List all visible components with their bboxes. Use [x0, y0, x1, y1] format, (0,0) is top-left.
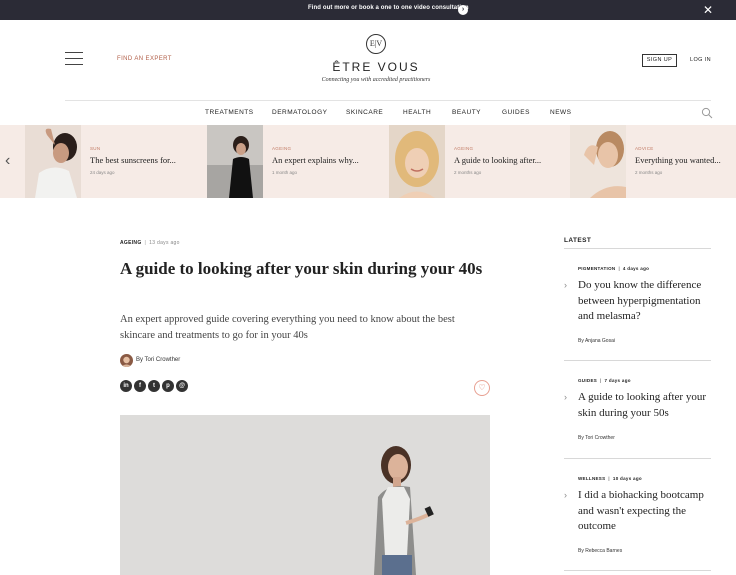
latest-divider — [564, 458, 711, 459]
promo-text[interactable]: Find out more or book a one to one video… — [308, 5, 469, 11]
meta-separator: | — [600, 378, 602, 383]
latest-item[interactable]: PIGMENTATION | 4 days ago › Do you know th… — [564, 266, 711, 348]
menu-icon[interactable] — [65, 52, 83, 66]
latest-item-author[interactable]: By Anjana Gosai — [578, 338, 615, 344]
sign-up-button[interactable]: SIGN UP — [642, 54, 677, 67]
meta-separator: | — [144, 240, 147, 246]
header-divider — [65, 100, 711, 101]
card-image[interactable] — [389, 125, 445, 198]
email-icon[interactable]: @ — [176, 380, 188, 392]
latest-item[interactable]: WELLNESS | 10 days ago › I did a biohackin… — [564, 476, 711, 560]
card-category: ADVICE — [635, 146, 654, 151]
latest-divider — [564, 360, 711, 361]
nav-item-beauty[interactable]: BEAUTY — [452, 109, 481, 116]
card-title[interactable]: A guide to looking after... — [454, 155, 541, 165]
featured-carousel: ‹ SUN The best sunscreens for... 24 days… — [0, 125, 736, 198]
pinterest-icon[interactable]: p — [162, 380, 174, 392]
logo-text[interactable]: ÊTRE VOUS — [330, 60, 422, 74]
nav-item-dermatology[interactable]: DERMATOLOGY — [272, 109, 327, 116]
card-date: 1 month ago — [272, 170, 298, 175]
card-date: 2 months ago — [454, 170, 482, 175]
latest-item-title[interactable]: A guide to looking after your skin durin… — [578, 390, 714, 421]
card-title[interactable]: The best sunscreens for... — [90, 155, 176, 165]
carousel-card[interactable]: ADVICE Everything you wanted... 2 months… — [570, 125, 736, 198]
card-image[interactable] — [25, 125, 81, 198]
card-title[interactable]: An expert explains why... — [272, 155, 359, 165]
latest-item-title[interactable]: Do you know the difference between hyper… — [578, 278, 714, 325]
meta-separator: | — [608, 476, 610, 481]
latest-item-meta: GUIDES | 7 days ago — [578, 378, 631, 383]
latest-item-author[interactable]: By Rebecca Barnes — [578, 548, 622, 554]
card-date: 2 months ago — [635, 170, 663, 175]
latest-item-meta: WELLNESS | 10 days ago — [578, 476, 642, 481]
latest-item-date: 7 days ago — [604, 378, 631, 383]
carousel-card[interactable]: AGEING An expert explains why... 1 month… — [207, 125, 382, 198]
meta-separator: | — [618, 266, 620, 271]
card-image[interactable] — [207, 125, 263, 198]
nav-item-guides[interactable]: GUIDES — [502, 109, 530, 116]
nav-item-health[interactable]: HEALTH — [403, 109, 431, 116]
latest-item-date: 4 days ago — [622, 266, 650, 271]
carousel-card[interactable]: SUN The best sunscreens for... 24 days a… — [25, 125, 200, 198]
article-subtitle: An expert approved guide covering everyt… — [120, 314, 455, 341]
latest-item-title[interactable]: I did a biohacking bootcamp and wasn't e… — [578, 488, 714, 535]
author-avatar[interactable] — [120, 354, 133, 367]
author-name[interactable]: By Tori Crowther — [136, 357, 180, 363]
logo-tagline: Connecting you with accredited practitio… — [321, 77, 431, 83]
article-title: A guide to looking after your skin durin… — [120, 259, 483, 278]
nav-item-news[interactable]: NEWS — [550, 109, 572, 116]
latest-item-category[interactable]: WELLNESS — [578, 476, 605, 481]
latest-heading: LATEST — [564, 237, 592, 244]
facebook-icon[interactable]: f — [134, 380, 146, 392]
find-expert-link[interactable]: FIND AN EXPERT — [117, 56, 172, 62]
linkedin-icon[interactable]: in — [120, 380, 132, 392]
latest-item-category[interactable]: GUIDES — [578, 378, 597, 383]
card-category: AGEING — [454, 146, 474, 151]
hero-image — [120, 415, 490, 575]
article-meta: AGEING | 13 days ago — [120, 240, 180, 246]
chevron-right-icon: › — [564, 392, 567, 402]
card-date: 24 days ago — [90, 170, 115, 175]
log-in-link[interactable]: LOG IN — [690, 57, 711, 63]
logo-mark[interactable]: E|V — [366, 34, 386, 54]
latest-item-meta: PIGMENTATION | 4 days ago — [578, 266, 649, 271]
card-category: SUN — [90, 146, 101, 151]
promo-bar: Find out more or book a one to one video… — [0, 0, 736, 20]
chevron-right-icon: › — [564, 490, 567, 500]
card-title[interactable]: Everything you wanted... — [635, 155, 721, 165]
heart-icon[interactable]: ♡ — [474, 380, 490, 396]
nav-item-treatments[interactable]: TREATMENTS — [205, 109, 254, 116]
latest-divider — [564, 248, 711, 249]
nav-item-skincare[interactable]: SKINCARE — [346, 109, 383, 116]
card-category: AGEING — [272, 146, 292, 151]
chevron-right-icon: › — [564, 280, 567, 290]
article-date: 13 days ago — [149, 240, 180, 246]
chevron-left-icon[interactable]: ‹ — [5, 152, 17, 170]
latest-divider — [564, 570, 711, 571]
chevron-right-icon[interactable]: › — [458, 5, 468, 15]
card-image[interactable] — [570, 125, 626, 198]
latest-item-author[interactable]: By Tori Crowther — [578, 435, 615, 441]
article-category[interactable]: AGEING — [120, 240, 142, 246]
main-nav: TREATMENTS DERMATOLOGY SKINCARE HEALTH B… — [0, 109, 736, 119]
latest-item-category[interactable]: PIGMENTATION — [578, 266, 615, 271]
close-icon[interactable]: ✕ — [701, 3, 715, 17]
search-icon[interactable] — [701, 107, 713, 119]
latest-item[interactable]: GUIDES | 7 days ago › A guide to looking a… — [564, 378, 711, 448]
latest-item-date: 10 days ago — [612, 476, 642, 481]
twitter-icon[interactable]: t — [148, 380, 160, 392]
carousel-card[interactable]: AGEING A guide to looking after... 2 mon… — [389, 125, 564, 198]
